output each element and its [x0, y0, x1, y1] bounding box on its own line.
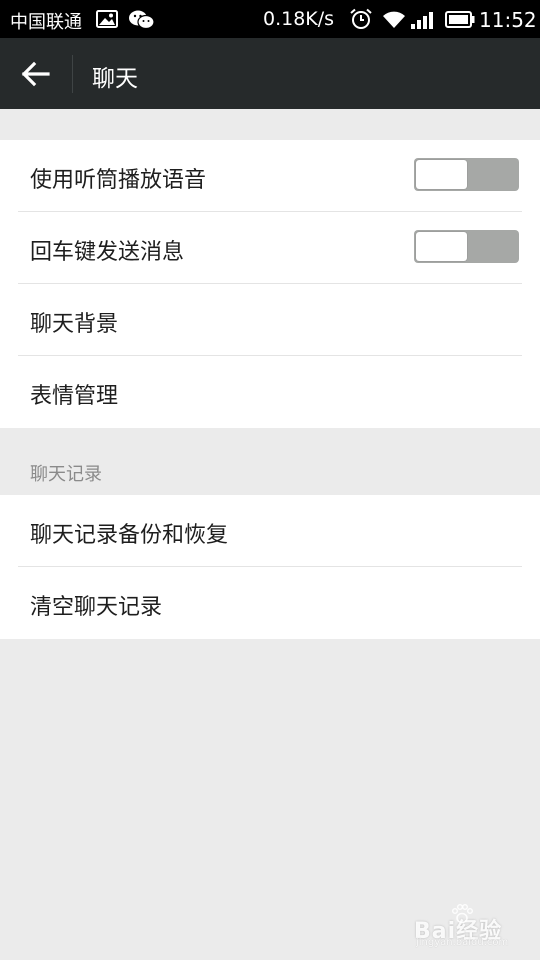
toggle-knob — [416, 160, 467, 189]
title-divider — [72, 55, 73, 93]
enter-to-send-toggle[interactable] — [414, 230, 519, 263]
setting-label: 表情管理 — [30, 384, 119, 409]
paw-icon — [450, 903, 474, 929]
setting-label: 聊天背景 — [30, 312, 119, 337]
baidu-jingyan-watermark: Bai经验 jingyan.baidu.com — [414, 903, 534, 953]
setting-earpiece-playback[interactable]: 使用听筒播放语音 — [0, 140, 540, 212]
toggle-knob — [416, 232, 467, 261]
setting-label: 回车键发送消息 — [30, 240, 185, 265]
setting-label: 使用听筒播放语音 — [30, 168, 207, 193]
setting-chat-background[interactable]: 聊天背景 — [0, 284, 540, 356]
back-button[interactable] — [18, 58, 54, 90]
alarm-clock-icon — [349, 8, 373, 34]
section-header-chat-history: 聊天记录 — [30, 464, 102, 485]
back-arrow-icon — [21, 61, 50, 87]
signal-strength-icon — [410, 10, 438, 33]
setting-clear-history[interactable]: 清空聊天记录 — [0, 567, 540, 639]
setting-sticker-management[interactable]: 表情管理 — [0, 356, 540, 428]
page-title: 聊天 — [92, 66, 138, 92]
settings-group-chat-history: 聊天记录备份和恢复 清空聊天记录 — [0, 495, 540, 639]
status-clock: 11:52 — [479, 8, 537, 32]
setting-backup-restore[interactable]: 聊天记录备份和恢复 — [0, 495, 540, 567]
network-speed: 0.18K/s — [263, 8, 335, 30]
wifi-icon — [382, 10, 406, 33]
setting-enter-to-send[interactable]: 回车键发送消息 — [0, 212, 540, 284]
carrier-name: 中国联通 — [10, 12, 82, 33]
settings-group-general: 使用听筒播放语音 回车键发送消息 聊天背景 表情管理 — [0, 140, 540, 428]
wechat-icon — [128, 9, 156, 35]
setting-label: 聊天记录备份和恢复 — [30, 523, 229, 548]
image-notification-icon — [96, 10, 118, 32]
battery-icon — [445, 11, 475, 32]
status-bar: 中国联通 0.18K/s 11:52 — [0, 0, 540, 38]
earpiece-playback-toggle[interactable] — [414, 158, 519, 191]
title-bar: 聊天 — [0, 38, 540, 109]
setting-label: 清空聊天记录 — [30, 595, 163, 620]
watermark-url: jingyan.baidu.com — [416, 937, 509, 948]
